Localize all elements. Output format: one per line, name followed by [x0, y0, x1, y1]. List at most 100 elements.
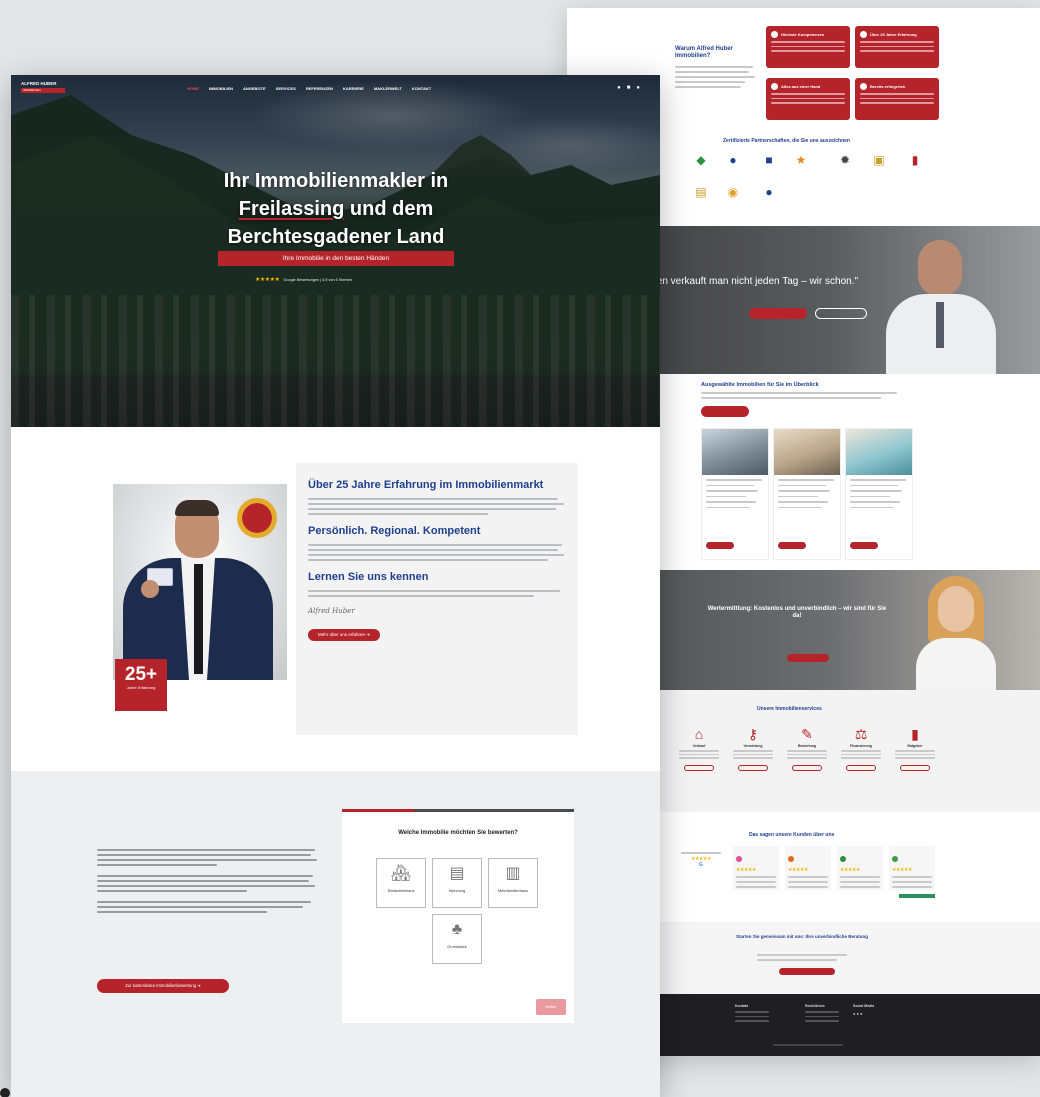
consultation-cta-text: Starten Sie gemeinsam mit uns: Ihre unve… [735, 934, 869, 939]
about-text-box: Über 25 Jahre Erfahrung im Immobilienmar… [296, 463, 578, 735]
hero-title: Ihr Immobilienmakler in Freilassing und … [223, 170, 449, 248]
about-heading-meet: Lernen Sie uns kennen [308, 571, 429, 583]
cert-badge-icon: ■ [765, 153, 773, 167]
review-card: ★★★★★ [785, 846, 831, 890]
valuation-cta-button[interactable]: Zur kostenlosen Immobilienbewertung ➔ [97, 979, 229, 993]
valuation-text [97, 849, 319, 916]
option-wohnung[interactable]: ▤ Wohnung [432, 858, 482, 908]
cert-badge-icon: ● [765, 185, 773, 199]
service-item[interactable]: ⚷ Vermietung [731, 726, 775, 771]
nav-item-home[interactable]: HOME [187, 86, 199, 91]
footer-column: Rechtliches [805, 1004, 839, 1025]
option-grundstueck[interactable]: ♣ Grundstück [432, 914, 482, 964]
consultation-button[interactable] [779, 968, 835, 975]
nav-item-referenzen[interactable]: REFERENZEN [306, 86, 333, 91]
google-rating-summary: ★★★★★ G [679, 852, 723, 868]
service-more-button[interactable] [900, 764, 930, 771]
property-details-button[interactable] [706, 542, 734, 549]
property-details-button[interactable] [850, 542, 878, 549]
quote-primary-button[interactable] [749, 308, 807, 319]
services-title: Unsere Immobilienservices [757, 706, 822, 712]
instagram-icon[interactable]: ■ [627, 85, 631, 91]
reviews-more-button[interactable] [899, 894, 935, 898]
property-card[interactable] [845, 428, 913, 560]
nav-item-kontakt[interactable]: KONTAKT [412, 86, 431, 91]
next-button[interactable]: Weiter [536, 999, 566, 1015]
tree-icon: ♣ [451, 921, 463, 938]
avatar [892, 856, 898, 862]
why-us-text [675, 66, 755, 91]
property-image [702, 429, 768, 475]
company-logo[interactable]: ALFRED HUBER IMMOBILIEN [21, 81, 71, 103]
review-card: ★★★★★ [889, 846, 935, 890]
chat-widget-icon[interactable] [0, 1088, 10, 1097]
signature: Alfred Huber [308, 607, 355, 615]
service-more-button[interactable] [792, 764, 822, 771]
avatar [788, 856, 794, 862]
copyright-line [773, 1044, 843, 1046]
about-paragraph [308, 544, 566, 561]
hero-subtitle: Ihre Immobilie in den besten Händen [218, 251, 454, 266]
valuation-form: Welche Immobilie möchten Sie bewerten? 🏘… [342, 809, 574, 1023]
cert-badge-icon: ★ [795, 153, 807, 167]
avatar [736, 856, 742, 862]
agent-portrait [113, 484, 287, 680]
cert-badge-icon: ● [729, 153, 737, 167]
service-more-button[interactable] [684, 764, 714, 771]
valuation-banner-text: Wertermittlung: Kostenlos und unverbindl… [707, 606, 887, 619]
valuation-question: Welche Immobilie möchten Sie bewerten? [398, 830, 518, 836]
property-card[interactable] [701, 428, 769, 560]
about-paragraph [308, 498, 566, 515]
rating-text: Google Bewertungen | 4.9 von 5 Sternen [283, 277, 353, 282]
service-more-button[interactable] [738, 764, 768, 771]
why-box: Über 25 Jahre Erfahrung [855, 26, 939, 68]
option-mehrfamilienhaus[interactable]: ▥ Mehrfamilienhaus [488, 858, 538, 908]
nav-item-karriere[interactable]: KARRIERE [343, 86, 364, 91]
why-box: Höchste Kompetenzen [766, 26, 850, 68]
award-seal-icon [237, 498, 277, 538]
service-item[interactable]: ✎ Bewertung [785, 726, 829, 771]
properties-title: Ausgewählte Immobilien für Sie im Überbl… [701, 382, 819, 388]
valuation-banner-button[interactable] [787, 654, 829, 662]
main-navigation: ALFRED HUBER IMMOBILIEN HOME IMMOBILIEN … [11, 75, 660, 105]
service-item[interactable]: ⚖ Finanzierung [839, 726, 883, 771]
property-card[interactable] [773, 428, 841, 560]
about-heading-personal: Persönlich. Regional. Kompetent [308, 525, 481, 537]
quote-secondary-button[interactable] [815, 308, 867, 319]
about-more-button[interactable]: Mehr über uns erfahren ➔ [308, 629, 381, 641]
avatar [840, 856, 846, 862]
nav-menu: HOME IMMOBILIEN ANGEBOTE SERVICES REFERE… [187, 86, 431, 91]
reviews-title: Das sagen unsere Kunden über uns [749, 832, 835, 838]
check-icon [860, 83, 867, 90]
nav-item-angebote[interactable]: ANGEBOTE [243, 86, 266, 91]
review-card: ★★★★★ [733, 846, 779, 890]
all-properties-button[interactable] [701, 406, 749, 417]
cert-badge-icon: ▤ [695, 185, 707, 199]
check-icon [771, 31, 778, 38]
hand-icon: ⚖ [854, 726, 868, 742]
phone-icon[interactable]: ● [636, 85, 640, 91]
experience-badge: 25+ Jahre Erfahrung [115, 659, 167, 711]
facebook-icon[interactable]: ● [617, 85, 621, 91]
nav-item-immobilien[interactable]: IMMOBILIEN [209, 86, 233, 91]
service-item[interactable]: ▮ Ratgeber [893, 726, 937, 771]
service-item[interactable]: ⌂ Verkauf [677, 726, 721, 771]
about-heading-experience: Über 25 Jahre Erfahrung im Immobilienmar… [308, 479, 544, 491]
option-einfamilienhaus[interactable]: 🏘 Einfamilienhaus [376, 858, 426, 908]
property-details-button[interactable] [778, 542, 806, 549]
google-logo-icon: G [699, 862, 703, 868]
nav-item-services[interactable]: SERVICES [276, 86, 296, 91]
why-box: Bereits erfolgreich [855, 78, 939, 120]
social-links: ● ■ ● [617, 85, 640, 91]
consultant-photo [916, 576, 996, 690]
check-icon [771, 83, 778, 90]
nav-item-maklerwelt[interactable]: MAKLERWELT [374, 86, 402, 91]
review-card: ★★★★★ [837, 846, 883, 890]
check-icon [860, 31, 867, 38]
certifications-title: Zertifizierte Partnerschaften, die Sie u… [723, 138, 850, 144]
cert-badge-icon: ▣ [873, 153, 885, 167]
service-more-button[interactable] [846, 764, 876, 771]
footer-column: Kontakt [735, 1004, 769, 1025]
why-box: Alles aus einer Hand [766, 78, 850, 120]
social-icons[interactable]: ● ● ● [853, 1011, 874, 1016]
